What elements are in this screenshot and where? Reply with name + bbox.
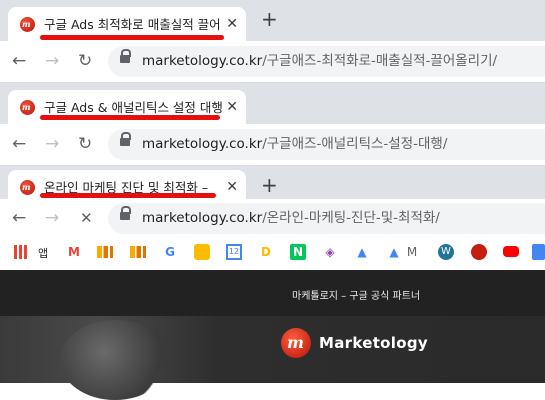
new-tab-icon[interactable]: + <box>261 9 278 29</box>
red-annotation-underline <box>40 35 224 40</box>
google-ads-icon[interactable]: ▲ <box>354 244 370 260</box>
close-tab-icon[interactable]: ✕ <box>226 179 238 195</box>
stop-icon[interactable]: ✕ <box>80 208 93 228</box>
forward-icon[interactable]: → <box>45 134 59 154</box>
back-icon[interactable]: ← <box>12 208 26 228</box>
reload-icon[interactable]: ↻ <box>78 51 92 71</box>
top-bar-text[interactable]: 마케톨로지 – 구글 공식 파트너 <box>292 287 420 302</box>
site-top-bar: 마케톨로지 – 구글 공식 파트너 <box>0 270 545 316</box>
m-icon[interactable]: M <box>404 244 420 260</box>
marketology-favicon-icon: m <box>20 100 35 115</box>
close-tab-icon[interactable]: ✕ <box>226 99 238 115</box>
lock-icon[interactable] <box>120 206 131 220</box>
tab-title: 구글 Ads 최적화로 매출실적 끌어 <box>44 17 221 32</box>
google-ads-icon[interactable]: ▲ <box>386 244 402 260</box>
address-bar[interactable]: marketology.co.kr/온라인-마케팅-진단-및-최적화/ <box>108 203 545 234</box>
url-text[interactable]: marketology.co.kr/구글애즈-애널리틱스-설정-대행/ <box>142 135 447 154</box>
tag-manager-icon[interactable]: ◈ <box>322 244 338 260</box>
back-icon[interactable]: ← <box>12 134 26 154</box>
naver-icon[interactable]: N <box>290 244 306 260</box>
back-icon[interactable]: ← <box>12 51 26 71</box>
apps-grid-icon[interactable] <box>14 245 28 259</box>
marketology-favicon-icon: m <box>20 17 35 32</box>
address-toolbar: ← → ↻ marketology.co.kr/구글애즈-최적화로-매출실적-끌… <box>0 41 545 83</box>
wordpress-icon[interactable]: W <box>438 244 454 260</box>
red-annotation-underline <box>40 193 216 198</box>
lock-icon[interactable] <box>120 132 131 146</box>
address-toolbar: ← → ✕ marketology.co.kr/온라인-마케팅-진단-및-최적화… <box>0 199 545 236</box>
tab-title: 구글 Ads & 애널리틱스 설정 대행 <box>44 100 222 115</box>
address-toolbar: ← → ↻ marketology.co.kr/구글애즈-애널리틱스-설정-대행… <box>0 124 545 166</box>
url-text[interactable]: marketology.co.kr/구글애즈-최적화로-매출실적-끌어올리기/ <box>142 52 497 71</box>
new-tab-icon[interactable]: + <box>261 175 278 195</box>
data-studio-icon[interactable]: D <box>258 244 274 260</box>
close-tab-icon[interactable]: ✕ <box>226 16 238 32</box>
forward-icon[interactable]: → <box>45 51 59 71</box>
gmail-icon[interactable]: M <box>66 244 82 260</box>
logo-text[interactable]: Marketology <box>319 334 428 352</box>
forward-icon[interactable]: → <box>45 208 59 228</box>
translate-icon[interactable] <box>532 244 545 260</box>
analytics-icon[interactable] <box>97 246 113 258</box>
address-bar[interactable]: marketology.co.kr/구글애즈-애널리틱스-설정-대행/ <box>108 129 545 160</box>
youtube-icon[interactable] <box>503 246 519 257</box>
keep-icon[interactable] <box>194 244 210 260</box>
address-bar[interactable]: marketology.co.kr/구글애즈-최적화로-매출실적-끌어올리기/ <box>108 46 545 77</box>
analytics-icon[interactable] <box>130 246 146 258</box>
marketology-icon[interactable] <box>471 244 487 260</box>
calendar-icon[interactable]: 12 <box>226 244 242 260</box>
url-text[interactable]: marketology.co.kr/온라인-마케팅-진단-및-최적화/ <box>142 209 440 228</box>
lock-icon[interactable] <box>120 49 131 63</box>
website-content: 마케톨로지 – 구글 공식 파트너 m Marketology <box>0 270 545 400</box>
hero-banner: m Marketology <box>0 316 545 400</box>
google-icon[interactable]: G <box>162 244 178 260</box>
marketology-favicon-icon: m <box>20 180 35 195</box>
background-image <box>60 320 170 400</box>
marketology-logo-icon[interactable]: m <box>281 328 311 358</box>
reload-icon[interactable]: ↻ <box>78 134 92 154</box>
bookmarks-bar: 앱 M G 12 D N ◈ ▲ ▲ M W <box>0 236 545 270</box>
red-annotation-underline <box>40 115 220 120</box>
apps-label[interactable]: 앱 <box>38 245 48 261</box>
